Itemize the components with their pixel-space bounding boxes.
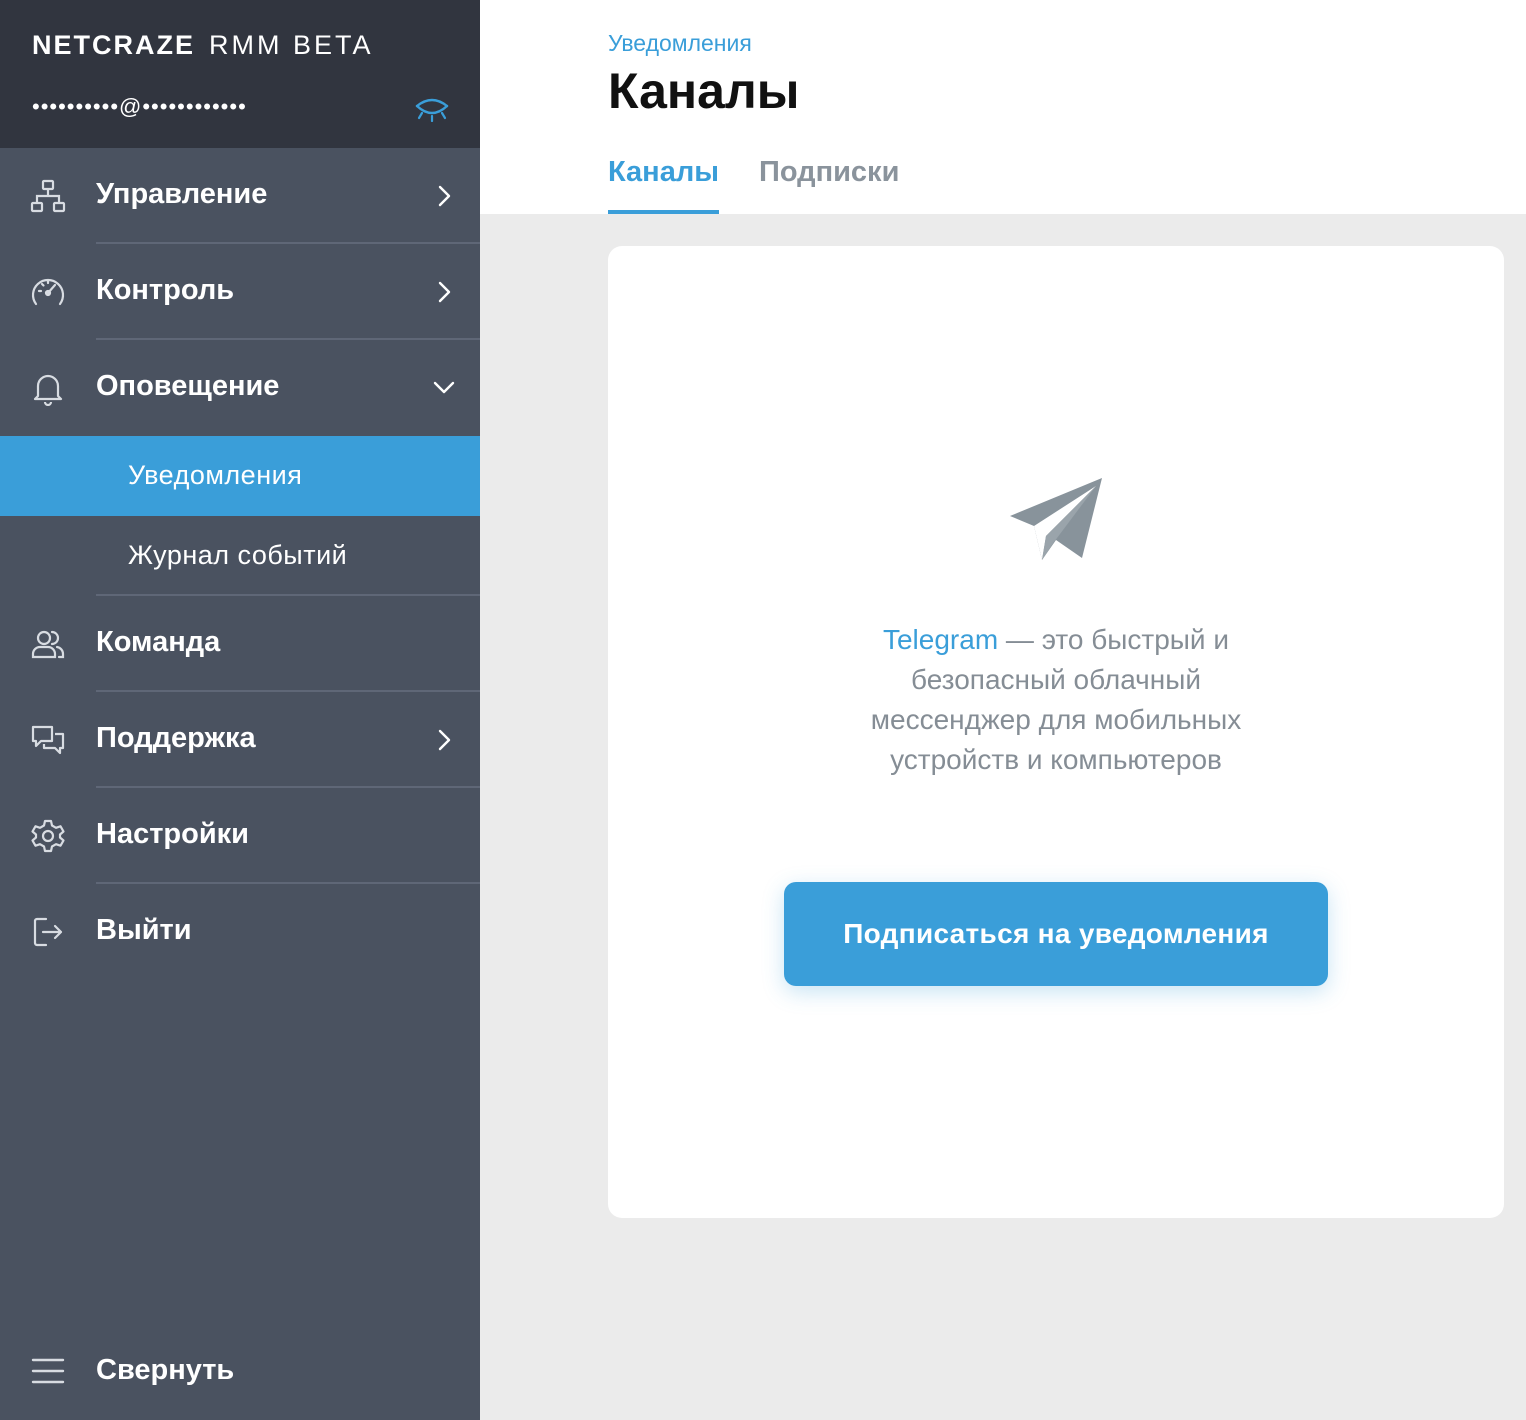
speedometer-icon	[31, 278, 65, 306]
page-title: Каналы	[608, 63, 800, 119]
sidebar-item-label: Команда	[96, 626, 221, 658]
sidebar-subitem-label: Журнал событий	[128, 540, 348, 570]
hierarchy-icon	[30, 179, 66, 213]
sidebar-item-label: Контроль	[96, 274, 235, 306]
telegram-channel-card: Telegram — это быстрый и безопасный обла…	[608, 246, 1504, 1218]
sidebar-nav: Управление Контроль Оповещение Уведомлен…	[0, 148, 480, 980]
brand-product: RMM BETA	[209, 30, 374, 60]
sidebar: NETCRAZE RMM BETA ••••••••••@••••••••••••…	[0, 0, 480, 1420]
sidebar-subitem-notifications[interactable]: Уведомления	[0, 436, 480, 516]
sidebar-item-control[interactable]: Контроль	[0, 244, 480, 340]
collapse-label: Свернуть	[96, 1354, 235, 1386]
telegram-icon	[1010, 478, 1102, 560]
sidebar-item-support[interactable]: Поддержка	[0, 692, 480, 788]
sidebar-item-label: Поддержка	[96, 722, 256, 754]
sidebar-item-label: Управление	[96, 178, 268, 210]
telegram-link[interactable]: Telegram	[883, 624, 998, 655]
tab-subscriptions[interactable]: Подписки	[759, 156, 899, 214]
sidebar-collapse-button[interactable]: Свернуть	[0, 1336, 480, 1408]
page-header: Уведомления Каналы Каналы Подписки	[480, 0, 1526, 214]
sidebar-subitem-event-log[interactable]: Журнал событий	[0, 516, 480, 596]
sidebar-item-settings[interactable]: Настройки	[0, 788, 480, 884]
logout-icon	[33, 917, 63, 947]
chevron-right-icon	[438, 729, 451, 751]
chevron-right-icon	[438, 281, 451, 303]
sidebar-item-label: Настройки	[96, 818, 250, 850]
subscribe-button[interactable]: Подписаться на уведомления	[784, 882, 1328, 986]
sidebar-item-label: Выйти	[96, 914, 192, 946]
brand-logo: NETCRAZE RMM BETA	[32, 30, 374, 61]
sidebar-subitem-label: Уведомления	[128, 460, 303, 490]
tab-channels[interactable]: Каналы	[608, 156, 720, 214]
sidebar-item-logout[interactable]: Выйти	[0, 884, 480, 980]
chevron-down-icon	[433, 381, 455, 394]
telegram-description: Telegram — это быстрый и безопасный обла…	[856, 620, 1256, 780]
account-email: ••••••••••@••••••••••••	[32, 94, 247, 119]
sidebar-item-management[interactable]: Управление	[0, 148, 480, 244]
brand-name: NETCRAZE	[32, 30, 195, 60]
chat-icon	[31, 725, 65, 755]
sidebar-item-team[interactable]: Команда	[0, 596, 480, 692]
sidebar-item-alerts[interactable]: Оповещение	[0, 340, 480, 436]
chevron-right-icon	[438, 185, 451, 207]
gear-icon	[31, 819, 65, 853]
eye-closed-icon[interactable]	[414, 96, 450, 122]
breadcrumb[interactable]: Уведомления	[608, 30, 752, 57]
bell-icon	[33, 374, 63, 406]
sidebar-header: NETCRAZE RMM BETA ••••••••••@••••••••••••	[0, 0, 480, 148]
sidebar-item-label: Оповещение	[96, 370, 280, 402]
team-icon	[31, 630, 65, 659]
menu-icon	[31, 1358, 65, 1384]
